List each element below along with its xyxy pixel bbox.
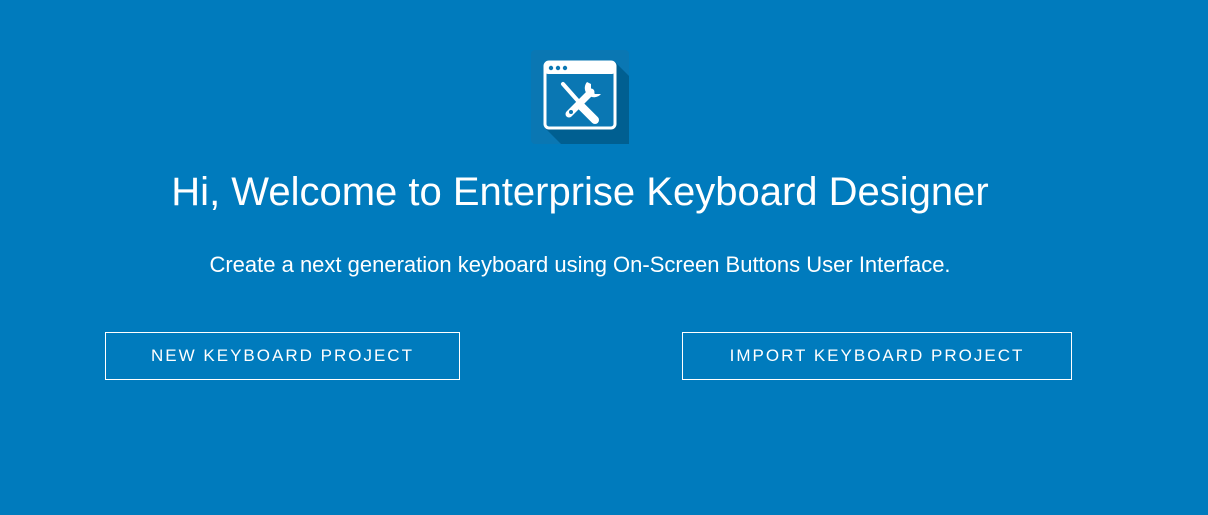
page-subtitle: Create a next generation keyboard using … <box>209 252 951 277</box>
new-keyboard-project-button[interactable]: NEW KEYBOARD PROJECT <box>105 332 460 380</box>
import-keyboard-project-button[interactable]: IMPORT KEYBOARD PROJECT <box>682 332 1072 380</box>
app-logo-icon <box>531 50 629 144</box>
page-title: Hi, Welcome to Enterprise Keyboard Desig… <box>171 170 989 214</box>
